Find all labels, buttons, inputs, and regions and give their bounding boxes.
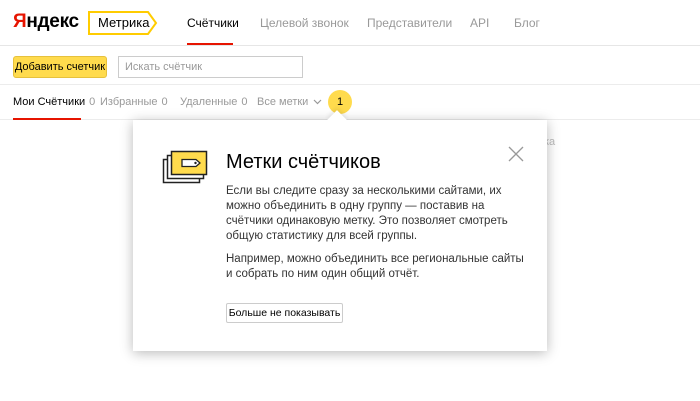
nav-target-call[interactable]: Целевой звонок	[260, 16, 349, 30]
tab-label: Удаленные	[180, 96, 238, 108]
toolbar: Добавить счетчик	[0, 47, 700, 85]
tab-label: Избранные	[100, 96, 158, 108]
search-counter-input[interactable]	[118, 56, 303, 78]
tab-my-counters[interactable]: Мои Счётчики 0	[13, 96, 95, 108]
step-badge: 1	[328, 90, 352, 114]
tab-active-underline	[13, 118, 81, 120]
tab-favorites[interactable]: Избранные 0	[100, 96, 168, 108]
tab-deleted[interactable]: Удаленные 0	[180, 96, 248, 108]
nav-blog[interactable]: Блог	[514, 16, 540, 30]
tab-count: 0	[161, 96, 168, 108]
tags-info-popup: Метки счётчиков Если вы следите сразу за…	[133, 110, 547, 351]
close-icon[interactable]	[508, 146, 524, 162]
popup-title: Метки счётчиков	[226, 151, 381, 173]
product-tag-label: Метрика	[98, 15, 150, 30]
nav-counters[interactable]: Счётчики	[187, 16, 239, 30]
logo-rest: ндекс	[26, 11, 79, 32]
dont-show-again-button[interactable]: Больше не показывать	[226, 303, 343, 323]
nav-active-underline	[187, 43, 233, 45]
tag-folders-icon	[162, 150, 208, 184]
logo-first-letter: Я	[13, 11, 27, 32]
chevron-down-icon	[313, 99, 322, 105]
tab-label: Мои Счётчики	[13, 96, 86, 108]
top-header: Яндекс Метрика Счётчики Целевой звонок П…	[0, 0, 700, 46]
popup-paragraph-1: Если вы следите сразу за несколькими сай…	[226, 185, 508, 242]
yandex-logo[interactable]: Яндекс	[13, 11, 79, 33]
popup-paragraph-2: Например, можно объединить все региональ…	[226, 253, 524, 280]
add-counter-button[interactable]: Добавить счетчик	[13, 56, 107, 78]
tab-count: 0	[241, 96, 248, 108]
tab-all-tags[interactable]: Все метки	[257, 96, 322, 108]
tab-count: 0	[89, 96, 96, 108]
tab-label: Все метки	[257, 96, 309, 108]
nav-api[interactable]: API	[470, 16, 489, 30]
nav-representatives[interactable]: Представители	[367, 16, 452, 30]
